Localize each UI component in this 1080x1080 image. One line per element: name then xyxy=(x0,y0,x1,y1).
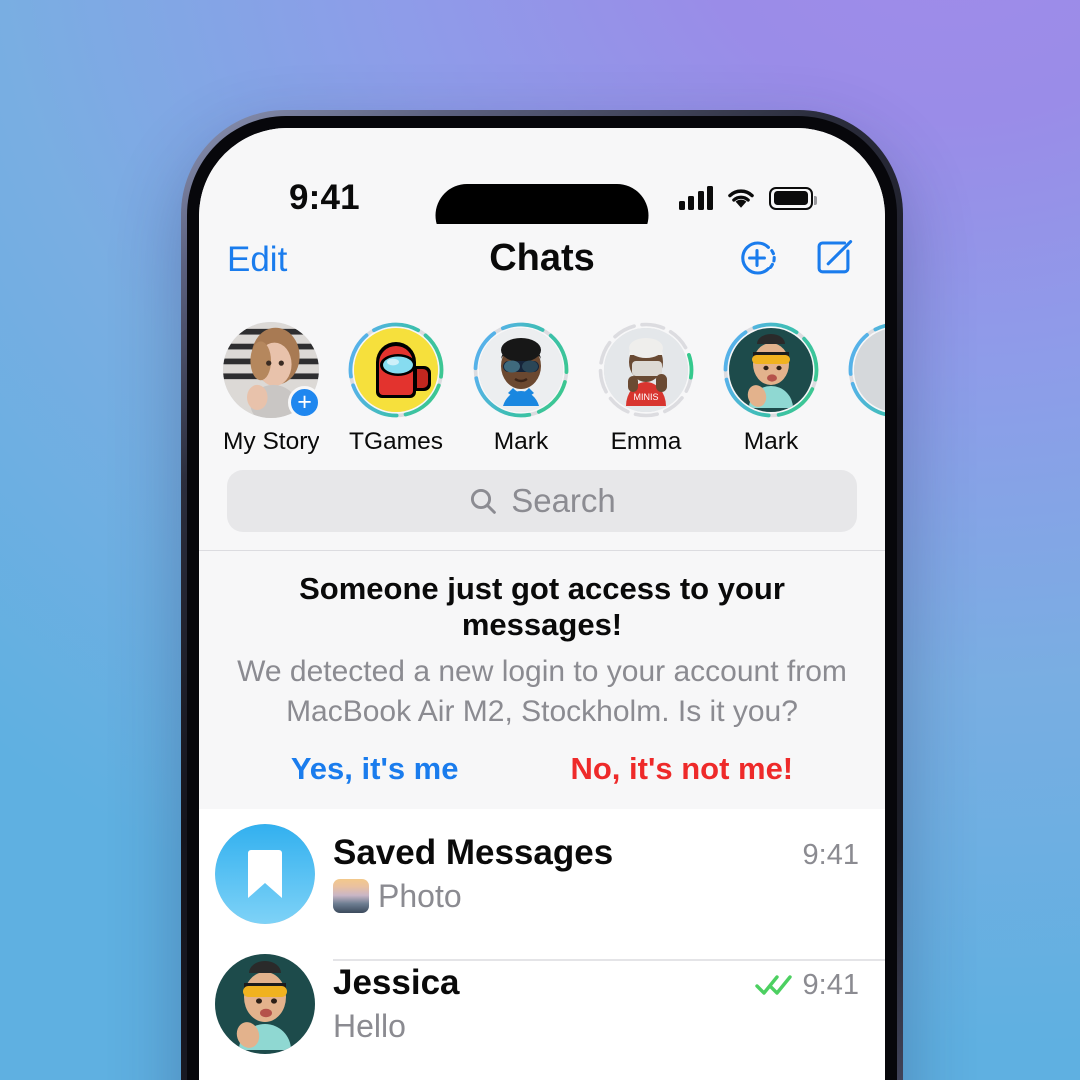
wallpaper-background: 9:41 Edit Chats + My Story TGames Mark M… xyxy=(0,0,1080,1080)
phone-screen: 9:41 Edit Chats + My Story TGames Mark M… xyxy=(199,128,885,1080)
avatar: MINIS xyxy=(604,328,688,412)
story-avatar-ring xyxy=(348,322,444,418)
story-label: Mark xyxy=(743,428,799,455)
chat-preview-text: Hello xyxy=(333,1007,406,1044)
add-story-icon[interactable] xyxy=(735,236,779,280)
confirm-login-button[interactable]: Yes, it's me xyxy=(291,751,459,787)
story-avatar-ring: + xyxy=(223,322,321,419)
cellular-bars-icon xyxy=(678,186,713,210)
edit-button[interactable]: Edit xyxy=(227,240,287,280)
story-avatar-ring: MINIS xyxy=(598,322,694,418)
status-time: 9:41 xyxy=(289,178,360,217)
security-alert-banner: Someone just got access to your messages… xyxy=(199,550,885,809)
story-mark-2[interactable]: Mark xyxy=(723,322,819,456)
chat-row-jessica[interactable]: Jessica Hello 9:41 xyxy=(199,939,885,1069)
stories-carousel[interactable]: + My Story TGames Mark MINIS Emma Mark xyxy=(199,308,885,464)
chat-preview-text: Photo xyxy=(378,877,462,914)
story-avatar-ring xyxy=(848,322,885,418)
deny-login-button[interactable]: No, it's not me! xyxy=(570,751,793,787)
chat-row-wallstreetbets[interactable]: wallstreetbets 💎 Collection 🔥 Stocks xyxy=(199,1069,885,1080)
chat-list: Saved Messages Photo 9:41 Jessica Hello … xyxy=(199,808,885,1080)
story-my-story[interactable]: + My Story xyxy=(223,322,321,456)
chat-timestamp: 9:41 xyxy=(802,838,859,871)
bookmark-icon xyxy=(215,823,315,924)
search-icon xyxy=(471,488,497,514)
wifi-icon xyxy=(728,188,754,208)
search-placeholder: Search xyxy=(511,482,616,519)
story-label: Mark xyxy=(493,428,549,455)
story-emma[interactable]: MINIS Emma xyxy=(598,322,694,456)
chat-preview: Hello xyxy=(333,1008,851,1045)
banner-actions: Yes, it's me No, it's not me! xyxy=(229,751,855,787)
banner-description: We detected a new login to your account … xyxy=(237,655,847,728)
add-story-badge[interactable]: + xyxy=(288,386,321,419)
chat-title: Saved Messages xyxy=(333,832,614,872)
story-label: My Story xyxy=(223,428,319,455)
read-receipt-icon xyxy=(754,975,792,995)
story-mark-1[interactable]: Mark xyxy=(473,322,569,456)
search-input[interactable]: Search xyxy=(227,470,857,532)
banner-title: Someone just got access to your messages… xyxy=(299,571,785,642)
chat-meta: 9:41 xyxy=(803,839,859,872)
photo-thumbnail-icon xyxy=(333,879,369,914)
status-indicators xyxy=(678,186,818,210)
avatar xyxy=(354,328,438,412)
story-label: Emma xyxy=(610,428,682,455)
phone-device-frame: 9:41 Edit Chats + My Story TGames Mark M… xyxy=(181,110,903,1080)
phone-bezel: 9:41 Edit Chats + My Story TGames Mark M… xyxy=(187,116,897,1080)
story-label: TGames xyxy=(349,428,443,455)
navigation-header: Edit Chats xyxy=(199,224,885,308)
story-tgames[interactable]: TGames xyxy=(348,322,444,456)
svg-text:MINIS: MINIS xyxy=(633,392,658,402)
avatar xyxy=(215,953,315,1054)
search-section: Search xyxy=(199,464,885,550)
battery-full-icon xyxy=(769,186,818,210)
chat-meta: 9:41 xyxy=(754,968,859,1002)
story-avatar-ring xyxy=(723,322,819,418)
avatar xyxy=(479,328,563,412)
avatar xyxy=(729,328,813,412)
status-bar: 9:41 xyxy=(199,128,885,247)
chat-row-saved-messages[interactable]: Saved Messages Photo 9:41 xyxy=(199,809,885,961)
chat-content: Saved Messages Photo xyxy=(333,832,885,961)
story-avatar-ring xyxy=(473,322,569,418)
chat-timestamp: 9:41 xyxy=(802,968,859,1001)
chat-preview: Photo xyxy=(333,878,851,915)
compose-icon[interactable] xyxy=(813,236,857,280)
story-partial[interactable] xyxy=(848,322,885,456)
nav-actions xyxy=(735,236,857,280)
page-title: Chats xyxy=(489,237,595,279)
